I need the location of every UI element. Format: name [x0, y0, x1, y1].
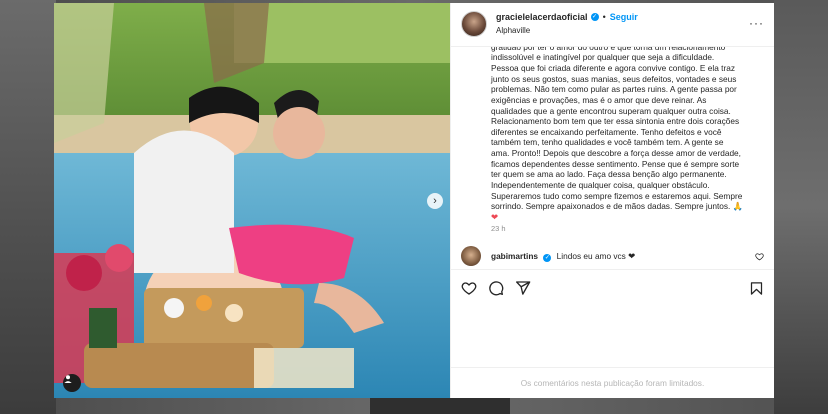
heart-outline-icon[interactable]: [461, 280, 477, 296]
commenter-avatar[interactable]: [461, 246, 481, 267]
post-modal: › gracielelacerdaoficial ✓ • Seguir Alph…: [54, 3, 774, 398]
commenter-verified-icon: ✓: [543, 253, 552, 262]
person-tag-icon: [64, 375, 72, 383]
caption-line: diferentes se encaixando perfeitamente. …: [491, 126, 722, 137]
comments-limited-notice: Os comentários nesta publicação foram li…: [451, 367, 774, 398]
separator-dot: •: [602, 12, 606, 23]
caption-line: Independentemente de qualquer coisa, qua…: [491, 180, 710, 191]
photo-illustration: [54, 3, 450, 398]
bookmark-icon[interactable]: [749, 281, 764, 296]
backdrop-right: [774, 0, 828, 414]
post-caption: gratidão por ter o amor do outro é que t…: [451, 47, 774, 220]
author-avatar[interactable]: [461, 11, 487, 38]
author-username[interactable]: gracielelacerdaoficial: [496, 10, 588, 24]
more-options-icon[interactable]: ···: [749, 16, 764, 30]
backdrop-bottom: [370, 398, 510, 414]
post-sidebar: gracielelacerdaoficial ✓ • Seguir Alphav…: [450, 3, 774, 398]
caption-line: qualidades que a gente encontrou superam…: [491, 105, 731, 116]
author-info: gracielelacerdaoficial ✓ • Seguir Alphav…: [496, 10, 638, 38]
verified-badge-icon: ✓: [590, 13, 599, 22]
caption-line: Pessoa que foi criada diferente e agora …: [491, 62, 735, 73]
caption-line: ama. Pronto!! Depois que descobre a forç…: [491, 148, 741, 159]
caption-line: Superaremos tudo como sempre fizemos e e…: [491, 190, 743, 201]
next-photo-button[interactable]: ›: [427, 193, 443, 209]
commenter-username[interactable]: gabimartins: [491, 251, 538, 261]
backdrop-left: [0, 0, 56, 414]
caption-line: problemas. Não tem como pular as partes …: [491, 84, 737, 95]
comment-like-icon[interactable]: [755, 252, 764, 261]
comment-body: Lindos eu amo vcs ❤: [556, 250, 636, 261]
post-header: gracielelacerdaoficial ✓ • Seguir Alphav…: [451, 3, 774, 47]
post-timestamp[interactable]: 23 h: [451, 224, 774, 244]
caption-line: indissolúvel e inatingível por qualquer …: [491, 52, 715, 63]
post-photo[interactable]: ›: [54, 3, 450, 398]
comment-item: gabimartins ✓ Lindos eu amo vcs ❤: [451, 244, 774, 270]
chevron-right-icon: ›: [433, 195, 437, 207]
speech-bubble-icon[interactable]: [488, 280, 504, 296]
caption-line: também tem, tenho qualidades e você tamb…: [491, 137, 724, 148]
caption-line: ter quem se ama ao lado. Faça dessa benç…: [491, 169, 727, 180]
comment-text: gabimartins ✓ Lindos eu amo vcs ❤: [491, 251, 635, 262]
paper-plane-icon[interactable]: [515, 280, 531, 296]
caption-line: exigências e provações, mas é o amor que…: [491, 94, 707, 105]
post-location[interactable]: Alphaville: [496, 24, 638, 38]
caption-line: Relacionamento bom tem que ter essa sint…: [491, 116, 740, 127]
follow-button[interactable]: Seguir: [610, 10, 638, 24]
caption-line: junto os seus gostos, suas manias, seus …: [491, 73, 737, 84]
caption-heart-emoji: ❤: [491, 212, 498, 220]
post-actions: [451, 269, 774, 306]
caption-line: ficamos dependentes desse sentimento. Pe…: [491, 158, 740, 169]
likes-area: [451, 306, 774, 367]
tagged-people-button[interactable]: [63, 374, 81, 392]
caption-line: sorrindo. Sempre apaixonados e de mãos d…: [491, 201, 744, 212]
caption-text: gratidão por ter o amor do outro é que t…: [491, 47, 743, 220]
